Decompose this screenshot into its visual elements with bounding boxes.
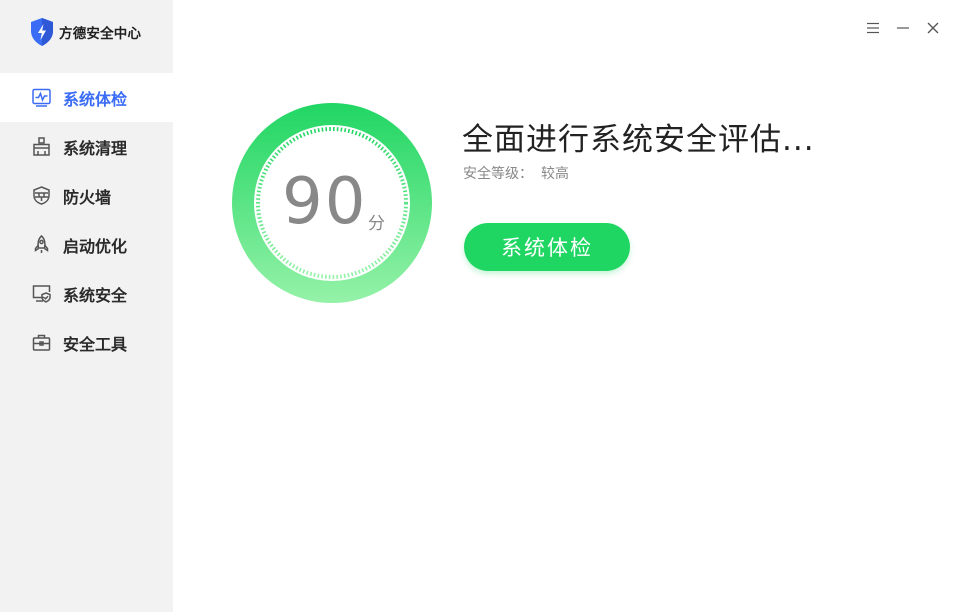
security-score-dial: 90 分 (232, 103, 432, 303)
score-unit: 分 (368, 214, 385, 234)
menu-icon[interactable] (865, 18, 881, 38)
shield-bolt-icon (31, 18, 53, 46)
system-check-button[interactable]: 系统体检 (464, 223, 630, 271)
toolbox-icon (32, 333, 51, 352)
firewall-icon (32, 186, 51, 205)
cleanup-icon (32, 137, 51, 156)
rocket-icon (32, 235, 51, 254)
sidebar-item-label: 系统安全 (63, 285, 128, 305)
close-icon[interactable] (925, 18, 941, 38)
sidebar-item-startup-optimization[interactable]: 启动优化 (0, 220, 173, 269)
minimize-icon[interactable] (895, 18, 911, 38)
security-level: 安全等级： 较高 (463, 163, 569, 183)
sidebar-item-label: 安全工具 (63, 334, 128, 354)
sidebar-item-label: 启动优化 (63, 236, 128, 256)
sidebar-item-system-check[interactable]: 系统体检 (0, 73, 173, 122)
sidebar-item-label: 防火墙 (63, 187, 112, 207)
sidebar-item-security-tools[interactable]: 安全工具 (0, 318, 173, 367)
system-security-icon (32, 284, 51, 303)
security-level-value: 较高 (541, 166, 569, 182)
app-name: 方德安全中心 (59, 26, 142, 42)
security-level-label: 安全等级： (463, 166, 533, 182)
sidebar: 方德安全中心 系统体检 系统清理 防火墙 启动优化 系统安全 安全工具 (0, 0, 173, 612)
window-controls (865, 18, 941, 38)
health-check-icon (32, 88, 51, 107)
sidebar-item-firewall[interactable]: 防火墙 (0, 171, 173, 220)
scan-status-title: 全面进行系统安全评估... (462, 122, 815, 158)
sidebar-item-system-security[interactable]: 系统安全 (0, 269, 173, 318)
sidebar-item-label: 系统体检 (63, 89, 128, 109)
sidebar-item-system-cleanup[interactable]: 系统清理 (0, 122, 173, 171)
sidebar-nav: 系统体检 系统清理 防火墙 启动优化 系统安全 安全工具 (0, 73, 173, 367)
security-score: 90 (282, 165, 368, 239)
sidebar-item-label: 系统清理 (63, 138, 128, 158)
brand: 方德安全中心 (29, 16, 141, 48)
